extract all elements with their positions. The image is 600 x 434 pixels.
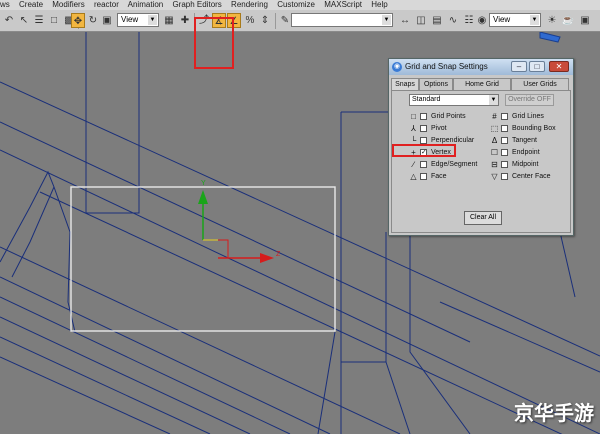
material-editor-icon[interactable]: ◉ bbox=[475, 13, 489, 28]
tab-home-grid[interactable]: Home Grid bbox=[453, 78, 511, 90]
perpendicular-checkbox[interactable] bbox=[420, 137, 427, 144]
tangent-icon: Δ bbox=[491, 136, 498, 145]
menu-item-graph-editors[interactable]: Graph Editors bbox=[172, 0, 221, 9]
schematic-view-icon[interactable]: ☷ bbox=[462, 13, 476, 28]
center-face-icon: ▽ bbox=[491, 172, 498, 181]
snap-label: Tangent bbox=[512, 137, 537, 144]
grid-points-icon: □ bbox=[411, 112, 416, 121]
reference-coordinate-select[interactable]: View ▼ bbox=[117, 13, 159, 27]
transform-gizmo[interactable] bbox=[198, 190, 274, 263]
bounding-box-icon: ⬚ bbox=[490, 124, 499, 133]
bounding-box-checkbox[interactable] bbox=[501, 125, 508, 132]
grid-lines-icon: # bbox=[492, 112, 497, 121]
clear-all-button[interactable]: Clear All bbox=[464, 211, 502, 225]
midpoint-checkbox[interactable] bbox=[501, 161, 508, 168]
snap-set-select[interactable]: Standard ▼ bbox=[409, 94, 499, 106]
percent-snap-icon[interactable]: % bbox=[243, 13, 257, 28]
render-view-select[interactable]: View ▼ bbox=[489, 13, 541, 27]
face-checkbox[interactable] bbox=[420, 173, 427, 180]
center-face-checkbox[interactable] bbox=[501, 173, 508, 180]
snap-label: Grid Lines bbox=[512, 113, 544, 120]
chevron-down-icon: ▼ bbox=[489, 95, 498, 105]
minimize-button[interactable]: – bbox=[511, 61, 527, 72]
tab-snaps[interactable]: Snaps bbox=[391, 78, 419, 90]
dialog-title: Grid and Snap Settings bbox=[405, 62, 488, 71]
dialog-title-bar[interactable]: ◉ Grid and Snap Settings – □ ✕ bbox=[389, 59, 573, 75]
vertex-highlight bbox=[392, 144, 456, 157]
snap-label: Pivot bbox=[431, 125, 447, 132]
grid-points-checkbox[interactable] bbox=[420, 113, 427, 120]
menu-item-modifiers[interactable]: Modifiers bbox=[52, 0, 84, 9]
layer-manager-icon[interactable]: ▤ bbox=[430, 13, 444, 28]
select-by-name-icon[interactable]: ☰ bbox=[32, 13, 46, 28]
render-view-value: View bbox=[493, 15, 511, 24]
snap-label: Face bbox=[431, 173, 447, 180]
pivot-checkbox[interactable] bbox=[420, 125, 427, 132]
select-scale-icon[interactable]: ▣ bbox=[100, 13, 114, 28]
chevron-down-icon: ▼ bbox=[148, 15, 157, 25]
face-icon: △ bbox=[410, 172, 417, 181]
watermark-logo: 京华手游 bbox=[514, 401, 594, 425]
snap-label: Midpoint bbox=[512, 161, 539, 168]
menu-item-create[interactable]: Create bbox=[19, 0, 43, 9]
menu-bar: ws Create Modifiers reactor Animation Gr… bbox=[0, 0, 600, 10]
tab-user-grids[interactable]: User Grids bbox=[511, 78, 569, 90]
menu-item-animation[interactable]: Animation bbox=[128, 0, 164, 9]
close-button[interactable]: ✕ bbox=[549, 61, 569, 72]
z-axis-label: Z bbox=[276, 251, 281, 258]
maximize-button[interactable]: □ bbox=[529, 61, 545, 72]
override-button[interactable]: Override OFF bbox=[505, 94, 554, 106]
y-axis-arrow-icon[interactable] bbox=[198, 190, 208, 204]
align-icon[interactable]: ◫ bbox=[414, 13, 428, 28]
mirror-icon[interactable]: ↔ bbox=[398, 13, 412, 28]
snap-label: Center Face bbox=[512, 173, 551, 180]
select-manipulate-icon[interactable]: ✚ bbox=[178, 13, 192, 28]
menu-item-customize[interactable]: Customize bbox=[277, 0, 315, 9]
endpoint-icon: ☐ bbox=[490, 148, 499, 157]
menu-item-maxscript[interactable]: MAXScript bbox=[324, 0, 362, 9]
chevron-down-icon: ▼ bbox=[382, 15, 391, 25]
toolbar-divider bbox=[275, 13, 276, 29]
main-toolbar: ↶ ↖ ☰ □ ▩ ✥ ↻ ▣ View ▼ ▦ ✚ ⤴ ∡ ∠ % ⇕ ✎ ▼… bbox=[0, 10, 600, 32]
render-setup-icon[interactable]: ☀ bbox=[545, 13, 559, 28]
pivot-center-icon[interactable]: ▦ bbox=[162, 13, 176, 28]
reference-coordinate-value: View bbox=[121, 15, 139, 24]
menu-item-help[interactable]: Help bbox=[371, 0, 387, 9]
app-icon: ◉ bbox=[392, 62, 402, 72]
endpoint-checkbox[interactable] bbox=[501, 149, 508, 156]
select-move-icon[interactable]: ✥ bbox=[71, 13, 85, 28]
dialog-tabs: Snaps Options Home Grid User Grids bbox=[391, 78, 571, 90]
curve-editor-icon[interactable]: ∿ bbox=[446, 13, 460, 28]
tab-options[interactable]: Options bbox=[419, 78, 453, 90]
chevron-down-icon: ▼ bbox=[530, 15, 539, 25]
region-select-icon[interactable]: □ bbox=[47, 13, 61, 28]
menu-item-views[interactable]: ws bbox=[0, 0, 10, 9]
plane-handle[interactable] bbox=[203, 239, 229, 258]
y-axis-label: Y bbox=[201, 180, 206, 187]
snap-set-value: Standard bbox=[412, 96, 441, 103]
select-rotate-icon[interactable]: ↻ bbox=[86, 13, 100, 28]
select-object-icon[interactable]: ↖ bbox=[17, 13, 31, 28]
render-frame-icon[interactable]: ▣ bbox=[578, 13, 592, 28]
snap-label: Bounding Box bbox=[512, 125, 556, 132]
tangent-checkbox[interactable] bbox=[501, 137, 508, 144]
snap-label: Grid Points bbox=[431, 113, 466, 120]
pivot-icon: ⅄ bbox=[411, 124, 416, 133]
midpoint-icon: ⊟ bbox=[491, 160, 498, 169]
named-selection-sets-select[interactable]: ▼ bbox=[291, 13, 393, 27]
edge-segment-checkbox[interactable] bbox=[420, 161, 427, 168]
blue-object-fragment bbox=[539, 32, 561, 43]
menu-item-reactor[interactable]: reactor bbox=[94, 0, 119, 9]
edge-segment-icon: ∕ bbox=[412, 160, 415, 169]
snap-label: Edge/Segment bbox=[431, 161, 478, 168]
spinner-snap-icon[interactable]: ⇕ bbox=[258, 13, 272, 28]
grid-lines-checkbox[interactable] bbox=[501, 113, 508, 120]
undo-icon[interactable]: ↶ bbox=[2, 13, 16, 28]
snap-label: Endpoint bbox=[512, 149, 540, 156]
quick-render-icon[interactable]: ☕ bbox=[561, 13, 575, 28]
edit-named-selection-icon[interactable]: ✎ bbox=[278, 13, 292, 28]
z-axis-arrow-icon[interactable] bbox=[260, 253, 274, 263]
menu-item-rendering[interactable]: Rendering bbox=[231, 0, 268, 9]
